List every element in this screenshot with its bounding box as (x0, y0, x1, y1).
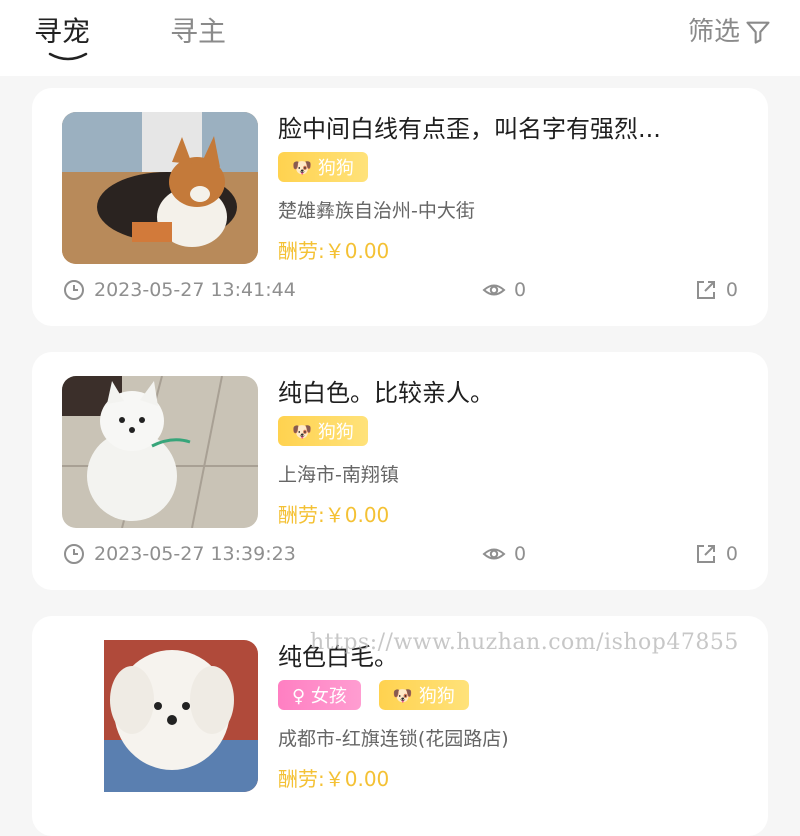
post-time: 2023-05-27 13:39:23 (62, 542, 296, 566)
tag-label: 狗狗 (418, 686, 455, 707)
tab-find-owner[interactable]: 寻主 (170, 12, 226, 52)
location: 成都市-红旗连锁(花园路店) (278, 728, 509, 750)
reward: 酬劳:￥0.00 (278, 239, 390, 263)
card-meta: 2023-05-27 13:39:23 0 0 (62, 542, 738, 572)
tag-label: 狗狗 (317, 158, 354, 179)
reward: 酬劳:￥0.00 (278, 503, 390, 527)
shares-text: 0 (725, 279, 738, 301)
pet-photo-white-dog (62, 376, 258, 528)
tag-dog: 🐶 狗狗 (278, 152, 368, 182)
location: 楚雄彝族自治州-中大街 (278, 200, 475, 222)
eye-icon (482, 284, 506, 296)
tag-list: ♀ 女孩 🐶 狗狗 (278, 680, 469, 710)
top-tab-bar: 寻宠 寻主 筛选 (0, 0, 800, 76)
dog-face-icon: 🐶 (292, 421, 312, 441)
tag-label: 狗狗 (317, 422, 354, 443)
tab-find-pet[interactable]: 寻宠 (34, 12, 90, 52)
tag-list: 🐶 狗狗 (278, 152, 368, 182)
view-count: 0 (482, 542, 526, 566)
pet-title: 脸中间白线有点歪，叫名字有强烈... (278, 115, 661, 143)
pet-card[interactable]: 脸中间白线有点歪，叫名字有强烈... 🐶 狗狗 楚雄彝族自治州-中大街 酬劳:￥… (32, 88, 768, 326)
pet-title: 纯色白毛。 (278, 643, 398, 671)
tag-girl: ♀ 女孩 (278, 680, 361, 710)
clock-icon (64, 280, 84, 300)
filter-label: 筛选 (687, 17, 740, 47)
pet-card[interactable]: 纯白色。比较亲人。 🐶 狗狗 上海市-南翔镇 酬劳:￥0.00 2023-05-… (32, 352, 768, 590)
share-button[interactable]: 0 (694, 278, 738, 302)
share-button[interactable]: 0 (694, 542, 738, 566)
views-text: 0 (514, 543, 527, 565)
active-tab-indicator (48, 52, 88, 61)
pet-photo-corgi (62, 112, 258, 264)
tag-list: 🐶 狗狗 (278, 416, 368, 446)
filter-icon (746, 21, 770, 44)
post-time: 2023-05-27 13:41:44 (62, 278, 296, 302)
dog-face-icon: 🐶 (292, 157, 312, 177)
shares-text: 0 (725, 543, 738, 565)
eye-icon (482, 548, 506, 560)
time-text: 2023-05-27 13:39:23 (94, 543, 296, 565)
tag-dog: 🐶 狗狗 (378, 680, 469, 710)
dog-face-icon: 🐶 (392, 685, 413, 705)
clock-icon (64, 544, 84, 564)
view-count: 0 (482, 278, 526, 302)
share-icon (696, 545, 715, 563)
pet-card[interactable]: 纯色白毛。 ♀ 女孩 🐶 狗狗 成都市-红旗连锁(花园路店) 酬劳:￥0.00 (32, 616, 768, 836)
pet-title: 纯白色。比较亲人。 (278, 379, 494, 407)
tag-dog: 🐶 狗狗 (278, 416, 368, 446)
views-text: 0 (514, 279, 527, 301)
share-icon (696, 281, 715, 299)
card-meta: 2023-05-27 13:41:44 0 0 (62, 278, 738, 308)
time-text: 2023-05-27 13:41:44 (94, 279, 296, 301)
reward: 酬劳:￥0.00 (278, 767, 390, 791)
pet-photo-poodle (62, 640, 258, 792)
location: 上海市-南翔镇 (278, 464, 399, 486)
tag-label: ♀ 女孩 (292, 686, 347, 707)
filter-button[interactable]: 筛选 (688, 12, 772, 52)
